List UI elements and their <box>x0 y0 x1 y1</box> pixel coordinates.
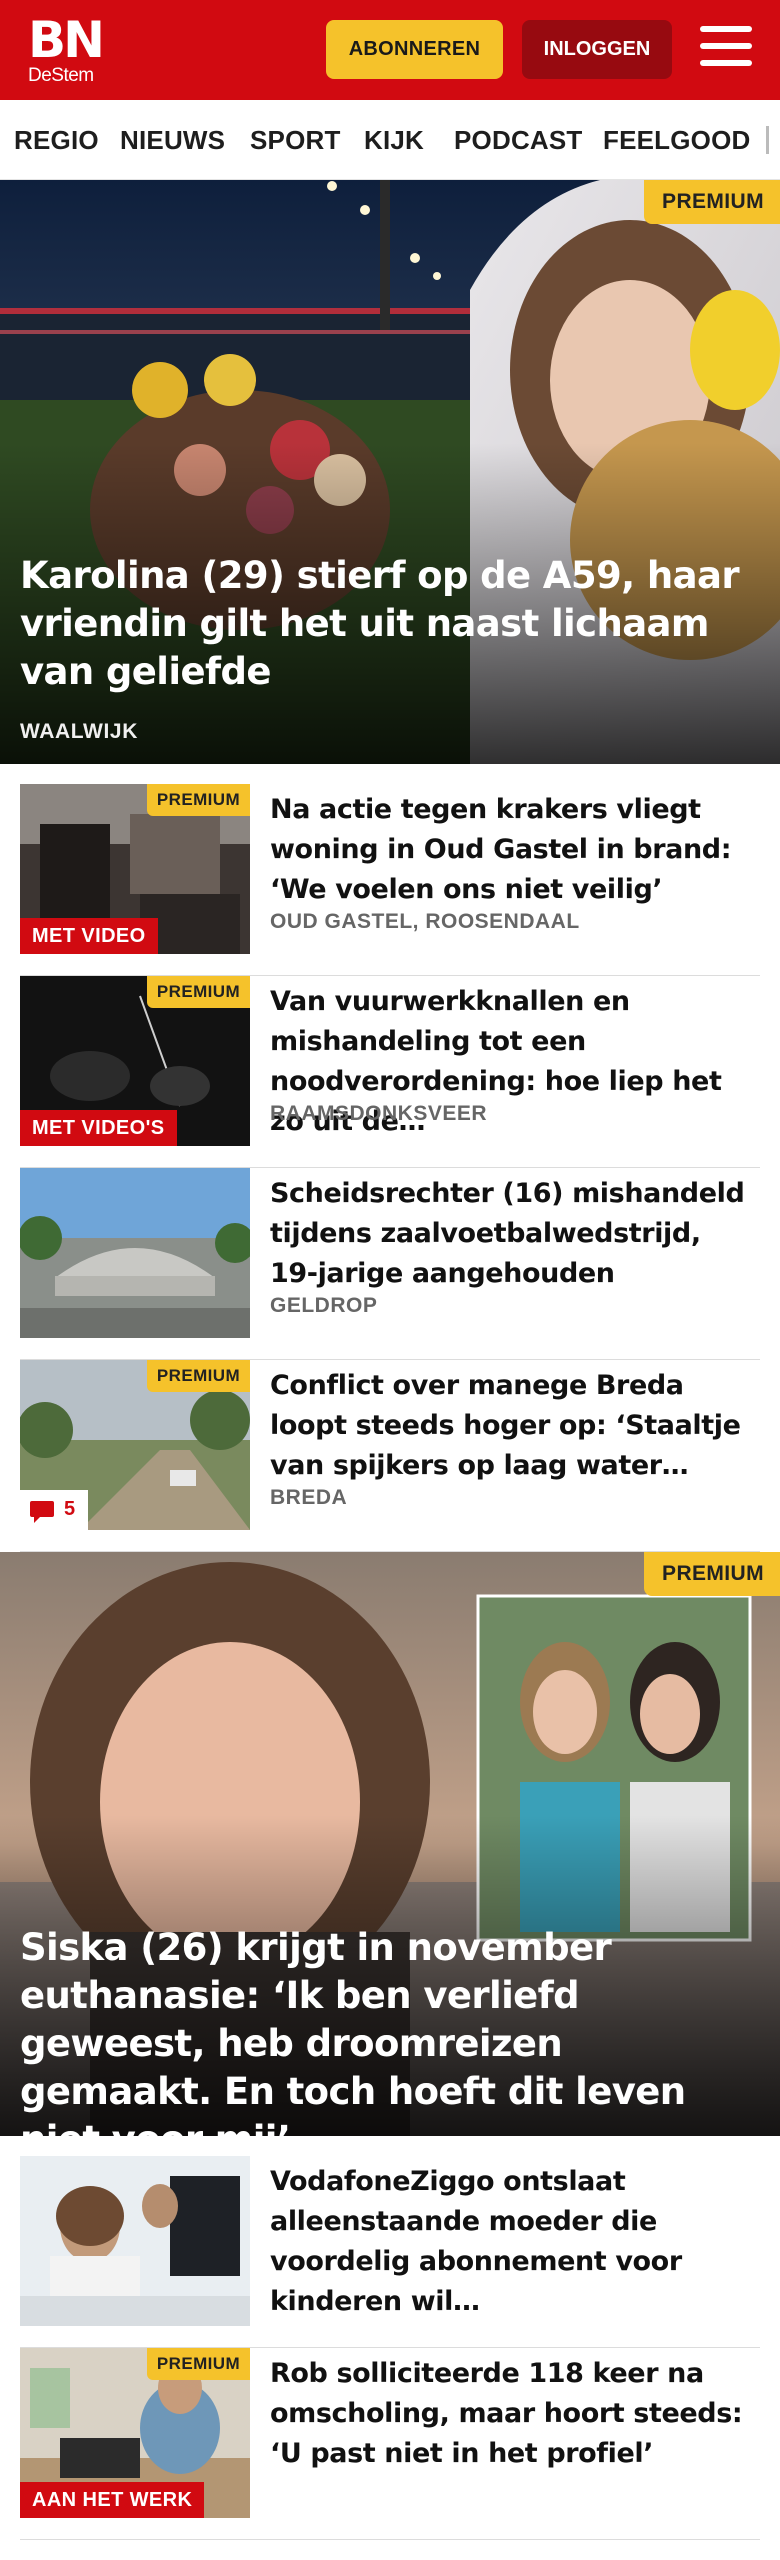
list-item[interactable]: Scheidsrechter (16) mishandeld tijdens z… <box>20 1168 760 1360</box>
hero-title[interactable]: Siska (26) krijgt in november euthanasie… <box>20 1924 760 2136</box>
premium-badge: PREMIUM <box>644 1552 780 1596</box>
premium-badge: PREMIUM <box>146 784 250 816</box>
top-header-bar: BN DeStem ABONNEREN INLOGGEN <box>0 0 780 100</box>
article-title[interactable]: Na actie tegen krakers vliegt woning in … <box>270 790 748 910</box>
article-location: RAAMSDONKSVEER <box>270 1102 488 1125</box>
list-item[interactable]: PREMIUM MET VIDEO'S Van vuurwerkknallen … <box>20 976 760 1168</box>
logo-sub-text: DeStem <box>28 65 94 86</box>
article-location: BREDA <box>270 1486 348 1509</box>
list-item[interactable]: PREMIUM AAN HET WERK Rob solliciteerde 1… <box>20 2348 760 2540</box>
article-title[interactable]: Scheidsrechter (16) mishandeld tijdens z… <box>270 1174 748 1294</box>
nav-item-regio[interactable]: REGIO <box>14 100 99 179</box>
divider <box>20 2539 760 2540</box>
article-title[interactable]: Conflict over manege Breda loopt steeds … <box>270 1366 748 1486</box>
video-tag: MET VIDEO'S <box>20 1110 177 1146</box>
article-location: OUD GASTEL, ROOSENDAAL <box>270 910 580 933</box>
article-title[interactable]: Rob solliciteerde 118 keer na omscholing… <box>270 2354 748 2474</box>
article-thumbnail: PREMIUM 5 <box>20 1360 250 1530</box>
premium-badge: PREMIUM <box>146 1360 250 1392</box>
article-thumbnail <box>20 1168 250 1338</box>
category-tag: AAN HET WERK <box>20 2482 205 2518</box>
comment-count: 5 <box>64 1498 76 1520</box>
article-thumbnail: PREMIUM AAN HET WERK <box>20 2348 250 2518</box>
premium-badge: PREMIUM <box>146 976 250 1008</box>
list-item[interactable]: PREMIUM MET VIDEO Na actie tegen krakers… <box>20 784 760 976</box>
site-logo[interactable]: BN DeStem <box>28 14 118 86</box>
premium-badge: PREMIUM <box>146 2348 250 2380</box>
article-location: GELDROP <box>270 1294 378 1317</box>
article-thumbnail: PREMIUM MET VIDEO <box>20 784 250 954</box>
nav-item-kijk[interactable]: KIJK <box>364 100 424 179</box>
hero-title[interactable]: Karolina (29) stierf op de A59, haar vri… <box>20 552 760 696</box>
nav-item-sport[interactable]: SPORT <box>250 100 341 179</box>
hero-article-siska[interactable]: PREMIUM Siska (26) krijgt in november eu… <box>0 1552 780 2136</box>
nav-item-nieuws[interactable]: NIEUWS <box>120 100 225 179</box>
comment-count-tag[interactable]: 5 <box>20 1490 88 1530</box>
section-navigation: REGIO NIEUWS SPORT KIJK PODCAST FEELGOOD <box>0 100 780 180</box>
article-title[interactable]: VodafoneZiggo ontslaat alleenstaande moe… <box>270 2162 748 2322</box>
comment-icon <box>30 1501 54 1523</box>
subscribe-button[interactable]: ABONNEREN <box>326 20 503 79</box>
hero-article-karolina[interactable]: PREMIUM Karolina (29) stierf op de A59, … <box>0 180 780 764</box>
video-tag: MET VIDEO <box>20 918 158 954</box>
nav-item-podcast[interactable]: PODCAST <box>454 100 583 179</box>
logo-main-text: BN <box>28 11 105 69</box>
nav-overflow-indicator <box>766 126 769 154</box>
hero-location: WAALWIJK <box>20 720 138 743</box>
article-thumbnail <box>20 2156 250 2326</box>
premium-badge: PREMIUM <box>644 180 780 224</box>
hamburger-menu-icon[interactable] <box>700 24 752 70</box>
list-item[interactable]: VodafoneZiggo ontslaat alleenstaande moe… <box>20 2156 760 2348</box>
nav-item-feelgood[interactable]: FEELGOOD <box>603 100 751 179</box>
login-button[interactable]: INLOGGEN <box>522 20 672 79</box>
list-item[interactable]: PREMIUM 5 Conflict over manege Breda loo… <box>20 1360 760 1552</box>
article-thumbnail: PREMIUM MET VIDEO'S <box>20 976 250 1146</box>
